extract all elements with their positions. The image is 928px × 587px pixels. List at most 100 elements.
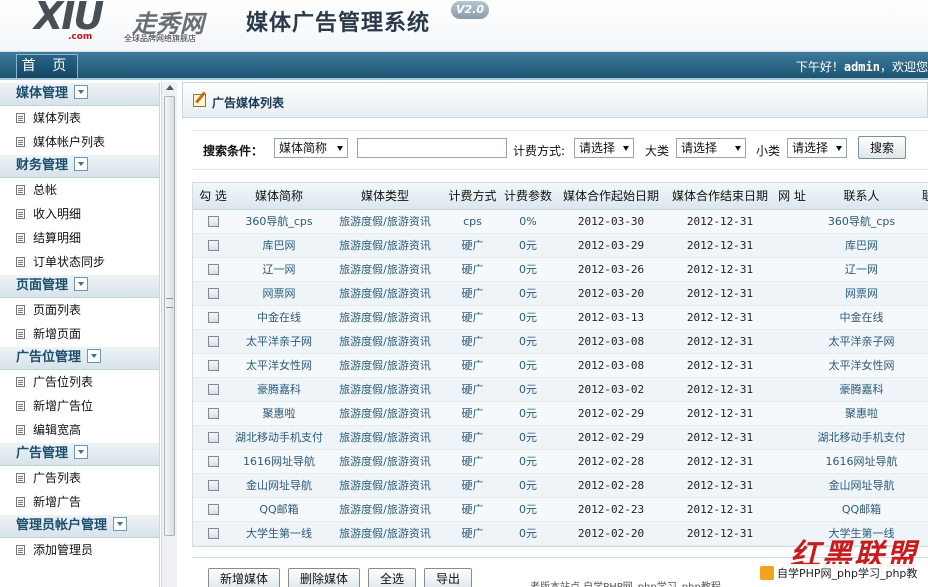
row-checkbox[interactable] (207, 240, 219, 251)
nav-home-tab[interactable]: 首 页 (16, 54, 78, 78)
sidebar-item[interactable]: 收入明细 (0, 202, 159, 226)
collapse-toggle-icon[interactable] (74, 277, 89, 291)
cell-end: 2012-12-31 (666, 257, 774, 282)
sidebar-item[interactable]: 新增页面 (0, 322, 159, 346)
row-checkbox[interactable] (207, 288, 219, 299)
collapse-toggle-icon[interactable] (74, 445, 89, 459)
add-media-button[interactable]: 新增媒体 (208, 568, 280, 587)
document-icon (16, 329, 25, 339)
sidebar-group-header[interactable]: 广告管理 (0, 442, 159, 466)
sidebar-group-title: 管理员帐户管理 (16, 518, 108, 533)
document-icon (16, 305, 25, 315)
row-checkbox[interactable] (207, 408, 219, 419)
row-checkbox[interactable] (207, 432, 219, 443)
sidebar-group-header[interactable]: 媒体管理 (0, 82, 159, 106)
select-all-button[interactable]: 全选 (368, 568, 416, 587)
delete-media-button[interactable]: 删除媒体 (288, 568, 360, 587)
export-button[interactable]: 导出 (424, 568, 472, 587)
cell-name[interactable]: 聚惠啦 (233, 401, 325, 426)
sidebar-item-label: 结算明细 (33, 231, 82, 245)
sidebar-item[interactable]: 广告位列表 (0, 370, 159, 394)
collapse-toggle-icon[interactable] (74, 85, 89, 99)
sidebar-item[interactable]: 结算明细 (0, 226, 159, 250)
row-checkbox[interactable] (207, 336, 219, 347)
sidebar-item[interactable]: 编辑宽高 (0, 418, 159, 442)
panel-title: 广告媒体列表 (212, 96, 285, 110)
current-username: admin (843, 60, 880, 74)
cell-name[interactable]: 中金在线 (233, 305, 325, 330)
row-checkbox[interactable] (207, 264, 219, 275)
document-icon (16, 377, 25, 387)
cell-name[interactable]: QQ邮箱 (233, 497, 325, 522)
row-checkbox[interactable] (207, 504, 219, 515)
collapse-toggle-icon[interactable] (74, 157, 89, 171)
cell-billing: 硬广 (445, 521, 500, 546)
top-nav-bar: 首 页 下午好！admin，欢迎您 (0, 52, 928, 80)
scrollbar-thumb[interactable] (164, 96, 175, 536)
search-button[interactable]: 搜索 (858, 136, 906, 159)
cell-name[interactable]: 辽一网 (233, 257, 325, 282)
document-icon (16, 401, 25, 411)
row-checkbox[interactable] (207, 216, 219, 227)
table-row: 1616网址导航 旅游度假/旅游资讯 硬广 0元 2012-02-28 2012-12-3… (193, 449, 928, 474)
cell-contact-extra (913, 377, 928, 402)
cell-name[interactable]: 豪腾嘉科 (233, 377, 325, 402)
sidebar-item[interactable]: 页面列表 (0, 298, 159, 322)
cell-name[interactable]: 网票网 (233, 281, 325, 306)
sidebar-item[interactable]: 媒体帐户列表 (0, 130, 159, 154)
row-checkbox[interactable] (207, 456, 219, 467)
cell-name[interactable]: 太平洋女性网 (233, 353, 325, 378)
collapse-toggle-icon[interactable] (87, 349, 102, 363)
cell-name[interactable]: 库巴网 (233, 233, 325, 258)
keyword-input[interactable] (357, 138, 507, 158)
cell-name[interactable]: 金山网址导航 (233, 473, 325, 498)
sidebar-item-label: 广告位列表 (33, 375, 94, 389)
sidebar-group-header[interactable]: 广告位管理 (0, 346, 159, 370)
site-logo[interactable]: XIU 走秀网 .com 全球品牌网络旗舰店 (34, 0, 224, 48)
cell-type: 旅游度假/旅游资讯 (325, 377, 445, 402)
greeting-suffix: ，欢迎您 (879, 60, 928, 74)
cell-billing: cps (445, 209, 500, 234)
row-checkbox[interactable] (207, 480, 219, 491)
cell-name[interactable]: 湖北移动手机支付 (233, 425, 325, 450)
sidebar-item[interactable]: 广告列表 (0, 466, 159, 490)
sidebar-group-header[interactable]: 页面管理 (0, 274, 159, 298)
cell-billing: 硬广 (445, 377, 500, 402)
sidebar-group-header[interactable]: 财务管理 (0, 154, 159, 178)
sidebar-item[interactable]: 媒体列表 (0, 106, 159, 130)
cell-name[interactable]: 大学生第一线 (233, 521, 325, 546)
cell-start: 2012-03-29 (556, 233, 666, 258)
search-field-select[interactable]: 媒体简称 (274, 138, 348, 158)
cell-billing: 硬广 (445, 353, 500, 378)
cell-contact: 太平洋亲子网 (810, 329, 913, 354)
row-checkbox[interactable] (207, 528, 219, 539)
billing-select[interactable]: 请选择 (574, 138, 634, 158)
row-checkbox[interactable] (207, 360, 219, 371)
cell-name[interactable]: 360导航_cps (233, 209, 325, 234)
cell-name[interactable]: 1616网址导航 (233, 449, 325, 474)
cell-billing: 硬广 (445, 401, 500, 426)
scroll-up-arrow-icon[interactable] (166, 85, 174, 90)
row-checkbox-cell (193, 281, 233, 306)
cell-name[interactable]: 太平洋亲子网 (233, 329, 325, 354)
sidebar-scrollbar[interactable] (161, 82, 177, 587)
cell-param: 0元 (500, 521, 556, 546)
cell-type: 旅游度假/旅游资讯 (325, 425, 445, 450)
major-category-select[interactable]: 请选择 (676, 138, 746, 158)
cell-end: 2012-12-31 (666, 401, 774, 426)
table-row: 太平洋亲子网 旅游度假/旅游资讯 硬广 0元 2012-03-08 2012-12-31 太… (193, 329, 928, 354)
sidebar-item[interactable]: 添加管理员 (0, 538, 159, 562)
sidebar-item[interactable]: 订单状态同步 (0, 250, 159, 274)
sidebar-item[interactable]: 新增广告位 (0, 394, 159, 418)
row-checkbox[interactable] (207, 384, 219, 395)
sidebar-item[interactable]: 新增广告 (0, 490, 159, 514)
row-checkbox-cell (193, 233, 233, 258)
table-row: 360导航_cps 旅游度假/旅游资讯 cps 0% 2012-03-30 2012-12… (193, 209, 928, 234)
minor-category-select[interactable]: 请选择 (787, 138, 847, 158)
sidebar-group-header[interactable]: 管理员帐户管理 (0, 514, 159, 538)
cell-contact: 辽一网 (810, 257, 913, 282)
cell-contact-extra (913, 257, 928, 282)
collapse-toggle-icon[interactable] (113, 517, 128, 531)
sidebar-item[interactable]: 总帐 (0, 178, 159, 202)
row-checkbox[interactable] (207, 312, 219, 323)
